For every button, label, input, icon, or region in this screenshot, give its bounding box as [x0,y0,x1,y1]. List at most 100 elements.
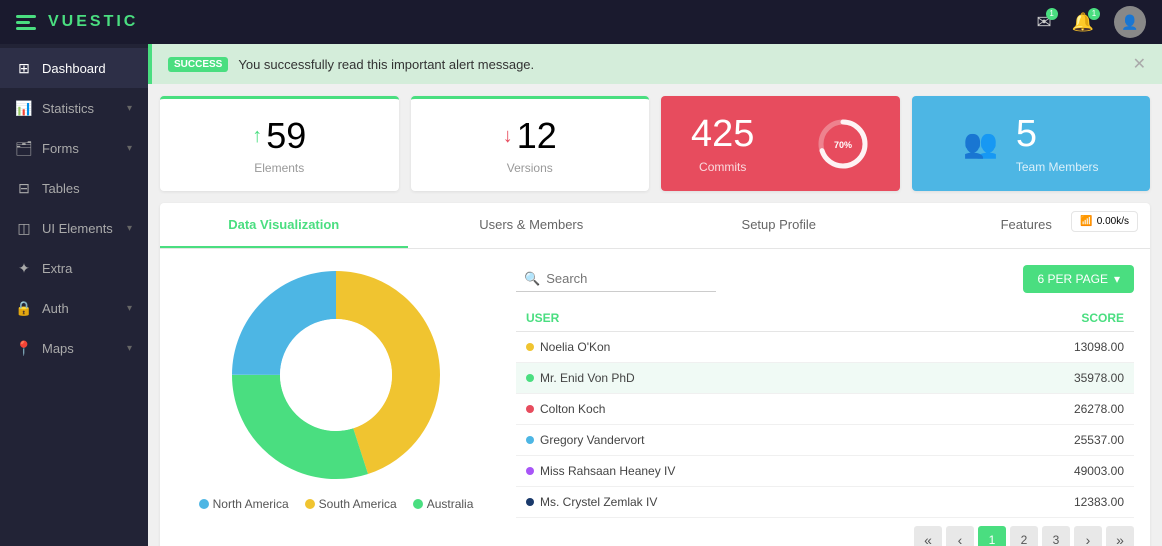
page-button[interactable]: « [914,526,942,546]
tab-users-members[interactable]: Users & Members [408,203,656,248]
stat-card-elements: ↑ 59 Elements [160,96,399,191]
chart-legend: North America South America Australia [199,497,474,511]
legend-item-australia: Australia [413,497,474,511]
sidebar-item-label: Maps [42,341,74,356]
close-icon[interactable]: ✕ [1133,54,1146,74]
stat-label-commits: Commits [691,160,754,174]
team-icon: 👥 [963,127,998,160]
cell-score: 35978.00 [953,363,1134,394]
pagination: «‹123›» [516,526,1134,546]
data-area: 🔍 6 PER PAGE ▾ USER SCO [516,265,1134,546]
forms-icon: 🗂 [16,140,32,156]
main-content: SUCCESS You successfully read this impor… [148,44,1162,546]
stat-cards: ↑ 59 Elements ↓ 12 Versions 425 Commits [148,84,1162,191]
chevron-icon: ▾ [127,143,132,154]
sidebar-item-dashboard[interactable]: ⊞ Dashboard [0,48,148,88]
search-box: 🔍 [516,267,716,292]
cell-score: 26278.00 [953,394,1134,425]
alert-message: You successfully read this important ale… [238,57,534,72]
chevron-icon: ▾ [127,303,132,314]
user-dot [526,436,534,444]
auth-icon: 🔒 [16,300,32,316]
sidebar-item-extra[interactable]: ✦ Extra [0,248,148,288]
stat-value-elements: ↑ 59 [252,115,306,157]
wifi-icon: 📶 [1080,216,1092,227]
logo: VUESTIC [16,10,138,34]
sidebar-item-statistics[interactable]: 📊 Statistics ▾ [0,88,148,128]
page-button[interactable]: ‹ [946,526,974,546]
cell-score: 49003.00 [953,456,1134,487]
chevron-icon: ▾ [127,103,132,114]
tab-data-visualization[interactable]: Data Visualization [160,203,408,248]
legend-item-south-america: South America [305,497,397,511]
main-panel: Data Visualization Users & Members Setup… [160,203,1150,546]
stat-label-team: Team Members [1016,160,1099,174]
cell-score: 12383.00 [953,487,1134,518]
extra-icon: ✦ [16,260,32,276]
svg-text:70%: 70% [833,140,851,150]
sidebar: ⊞ Dashboard 📊 Statistics ▾ 🗂 Forms ▾ ⊟ T… [0,44,148,546]
stat-label-elements: Elements [254,161,304,175]
cell-user: Noelia O'Kon [516,332,953,363]
chevron-icon: ▾ [127,223,132,234]
page-button[interactable]: 3 [1042,526,1070,546]
data-table: USER SCORE Noelia O'Kon 13098.00 Mr. Eni… [516,305,1134,518]
arrow-up-icon: ↑ [252,125,262,148]
chevron-icon: ▾ [127,343,132,354]
sidebar-item-auth[interactable]: 🔒 Auth ▾ [0,288,148,328]
tabs: Data Visualization Users & Members Setup… [160,203,1150,249]
dashboard-icon: ⊞ [16,60,32,76]
legend-dot [413,499,423,509]
page-button[interactable]: » [1106,526,1134,546]
bell-icon[interactable]: 🔔 1 [1072,12,1094,33]
search-input[interactable] [546,271,706,286]
sidebar-item-forms[interactable]: 🗂 Forms ▾ [0,128,148,168]
wifi-badge: 📶 0.00k/s [1071,211,1138,232]
sidebar-item-label: Forms [42,141,79,156]
stat-card-commits: 425 Commits 70% [661,96,900,191]
mail-icon[interactable]: ✉ 1 [1036,12,1051,33]
col-score: SCORE [953,305,1134,332]
search-row: 🔍 6 PER PAGE ▾ [516,265,1134,293]
legend-dot [305,499,315,509]
page-button[interactable]: 1 [978,526,1006,546]
sidebar-item-label: Statistics [42,101,94,116]
sidebar-item-maps[interactable]: 📍 Maps ▾ [0,328,148,368]
stat-card-versions: ↓ 12 Versions [411,96,650,191]
per-page-button[interactable]: 6 PER PAGE ▾ [1023,265,1134,293]
user-dot [526,405,534,413]
page-button[interactable]: 2 [1010,526,1038,546]
tab-setup-profile[interactable]: Setup Profile [655,203,903,248]
stat-value-commits: 425 [691,113,754,156]
user-dot [526,374,534,382]
arrow-down-icon: ↓ [503,125,513,148]
wifi-speed: 0.00k/s [1097,216,1129,227]
tab-content: North America South America Australia [160,249,1150,546]
sidebar-item-ui-elements[interactable]: ◫ UI Elements ▾ [0,208,148,248]
table-row: Miss Rahsaan Heaney IV 49003.00 [516,456,1134,487]
table-row: Noelia O'Kon 13098.00 [516,332,1134,363]
maps-icon: 📍 [16,340,32,356]
ui-elements-icon: ◫ [16,220,32,236]
table-row: Gregory Vandervort 25537.00 [516,425,1134,456]
alert-banner: SUCCESS You successfully read this impor… [148,44,1162,84]
cell-user: Mr. Enid Von PhD [516,363,953,394]
page-button[interactable]: › [1074,526,1102,546]
sidebar-item-tables[interactable]: ⊟ Tables [0,168,148,208]
cell-user: Miss Rahsaan Heaney IV [516,456,953,487]
logo-text: VUESTIC [48,13,138,31]
commits-content: 425 Commits 70% [681,113,880,174]
search-icon: 🔍 [524,271,540,287]
topnav-icons: ✉ 1 🔔 1 👤 [1036,6,1146,38]
sidebar-item-label: UI Elements [42,221,113,236]
avatar[interactable]: 👤 [1114,6,1146,38]
stat-label-versions: Versions [507,161,553,175]
sidebar-item-label: Dashboard [42,61,106,76]
topnav: VUESTIC ✉ 1 🔔 1 👤 [0,0,1162,44]
menu-icon[interactable] [16,10,40,34]
cell-score: 13098.00 [953,332,1134,363]
table-row: Ms. Crystel Zemlak IV 12383.00 [516,487,1134,518]
legend-item-north-america: North America [199,497,289,511]
chart-area: North America South America Australia [176,265,496,546]
cell-score: 25537.00 [953,425,1134,456]
